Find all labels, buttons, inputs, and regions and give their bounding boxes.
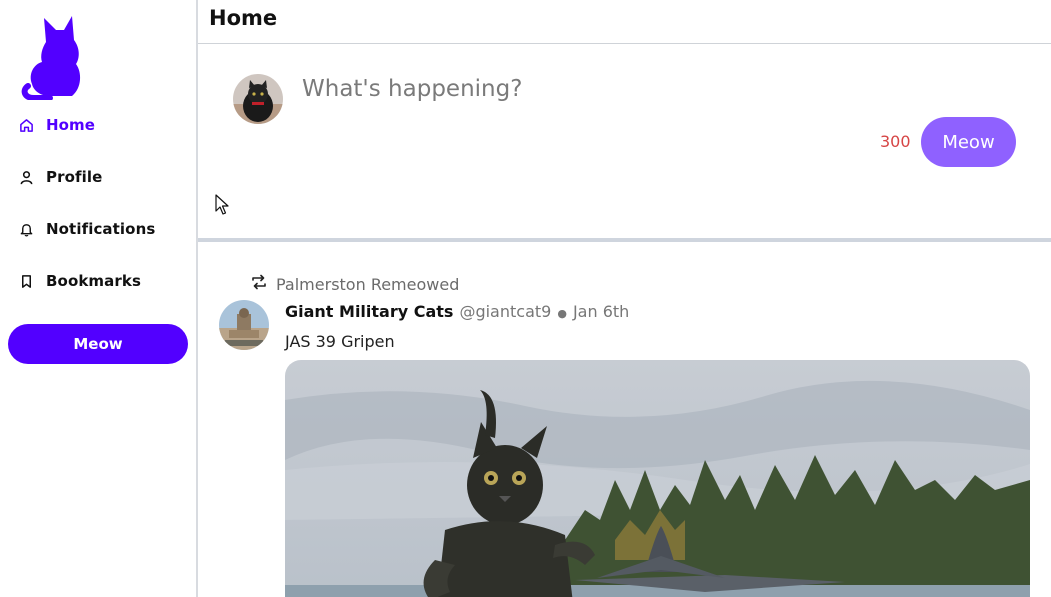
mouse-pointer-icon: [215, 194, 229, 215]
meta-separator: ●: [557, 307, 567, 320]
post-image[interactable]: [285, 360, 1030, 597]
page-title: Home: [209, 6, 278, 30]
bell-icon: [18, 221, 34, 237]
main-column: Home 300 Meow Palmerston Remeowed: [198, 0, 1051, 597]
bookmark-icon: [18, 273, 34, 289]
sidebar-item-bookmarks[interactable]: Bookmarks: [18, 266, 141, 296]
post-date[interactable]: Jan 6th: [573, 302, 629, 321]
author-avatar[interactable]: [219, 300, 269, 350]
sidebar-item-profile[interactable]: Profile: [18, 162, 102, 192]
repost-label: Palmerston Remeowed: [276, 274, 460, 294]
character-counter: 300: [880, 132, 911, 151]
sidebar: Home Profile Notifications Bookmarks Meo…: [0, 0, 198, 597]
composer-avatar[interactable]: [233, 74, 283, 124]
sidebar-item-label: Profile: [46, 168, 103, 186]
author-name[interactable]: Giant Military Cats: [285, 302, 453, 321]
cat-logo[interactable]: [20, 12, 84, 100]
post-text: JAS 39 Gripen: [285, 332, 395, 351]
post-meta: Giant Military Cats @giantcat9 ● Jan 6th: [285, 302, 629, 321]
sidebar-item-home[interactable]: Home: [18, 110, 95, 140]
meow-submit-button[interactable]: Meow: [921, 117, 1016, 167]
home-icon: [18, 117, 34, 133]
repost-indicator: Palmerston Remeowed: [250, 274, 459, 294]
sidebar-meow-button[interactable]: Meow: [8, 324, 188, 364]
sidebar-item-label: Notifications: [46, 220, 156, 238]
compose-input[interactable]: [302, 70, 902, 108]
sidebar-item-notifications[interactable]: Notifications: [18, 214, 155, 244]
author-handle[interactable]: @giantcat9: [459, 302, 551, 321]
composer: 300 Meow: [198, 44, 1051, 242]
page-header: Home: [198, 0, 1051, 44]
user-icon: [18, 169, 34, 185]
sidebar-item-label: Bookmarks: [46, 272, 141, 290]
feed-post[interactable]: Palmerston Remeowed Giant Military Cats …: [198, 242, 1051, 597]
repost-icon: [250, 274, 268, 294]
sidebar-item-label: Home: [46, 116, 96, 134]
